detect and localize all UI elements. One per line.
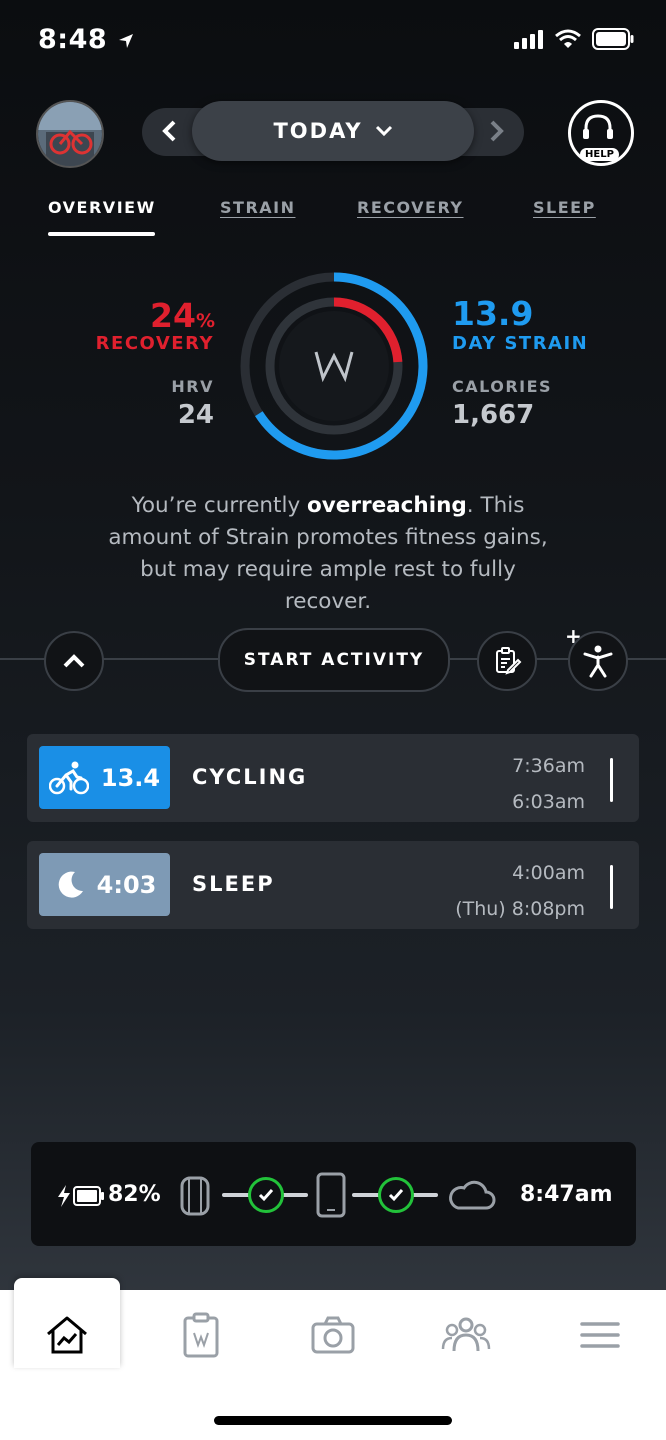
check-icon: [258, 1189, 274, 1202]
tab-overview[interactable]: OVERVIEW: [48, 198, 156, 217]
strain-label: DAY STRAIN: [452, 333, 589, 354]
wifi-icon: [555, 29, 581, 48]
start-activity-button[interactable]: START ACTIVITY: [218, 628, 450, 692]
phone-icon: [316, 1172, 346, 1218]
nav-community-icon[interactable]: [441, 1310, 491, 1360]
recovery-label: RECOVERY: [95, 333, 214, 354]
tab-recovery[interactable]: RECOVERY: [357, 198, 464, 217]
recovery-strain-ring[interactable]: [240, 272, 428, 460]
home-chart-icon[interactable]: [42, 1310, 92, 1360]
nav-camera-icon[interactable]: [308, 1310, 358, 1360]
chevron-up-icon: [63, 654, 85, 668]
battery-charging-icon: [58, 1185, 104, 1207]
cloud-synced-check: [378, 1177, 414, 1213]
cloud-icon: [449, 1180, 496, 1210]
date-selector[interactable]: TODAY: [192, 101, 474, 161]
calories-label: CALORIES: [452, 377, 553, 396]
strap-icon: [180, 1176, 210, 1216]
insight-text: You’re currently overreaching. This amou…: [108, 493, 548, 614]
activity-start-time: 6:03am: [512, 791, 585, 813]
nav-menu-icon[interactable]: [575, 1310, 625, 1360]
status-icons: [514, 28, 634, 50]
avatar[interactable]: [36, 100, 104, 168]
activity-end-time: 4:00am: [512, 862, 585, 884]
person-icon: [583, 645, 613, 678]
active-tab-indicator: [48, 232, 155, 236]
activity-times: 4:00am (Thu) 8:08pm: [455, 855, 585, 927]
home-indicator: [214, 1416, 452, 1425]
start-activity-label: START ACTIVITY: [243, 650, 425, 670]
location-arrow-icon: [119, 33, 134, 48]
last-sync-time: 8:47am: [520, 1182, 613, 1207]
hrv-value: 24: [177, 400, 214, 430]
help-label: HELP: [580, 148, 619, 161]
activity-duration-bar: [610, 865, 613, 909]
calories-value: 1,667: [452, 400, 535, 430]
status-time: 8:48: [38, 24, 135, 55]
chevron-right-icon: [490, 120, 504, 142]
activity-times: 7:36am 6:03am: [512, 748, 585, 820]
hrv-label: HRV: [171, 377, 214, 396]
strain-value: 13.9: [452, 294, 534, 333]
activity-duration-bar: [610, 758, 613, 802]
signal-icon: [514, 30, 543, 49]
check-icon: [388, 1189, 404, 1202]
journal-button[interactable]: [477, 631, 537, 691]
activity-value: 4:03: [96, 870, 157, 899]
activity-card-sleep[interactable]: 4:03 SLEEP 4:00am (Thu) 8:08pm: [27, 841, 639, 929]
activity-start-time: (Thu) 8:08pm: [455, 898, 585, 920]
previous-day-button[interactable]: [154, 116, 184, 146]
chevron-down-icon: [375, 125, 392, 137]
tab-sleep[interactable]: SLEEP: [533, 198, 596, 217]
activity-title: SLEEP: [192, 872, 275, 896]
battery-icon: [592, 28, 634, 50]
add-activity-button[interactable]: [568, 631, 628, 691]
collapse-button[interactable]: [44, 631, 104, 691]
nav-journal-icon[interactable]: [176, 1310, 226, 1360]
journal-icon: [496, 647, 522, 675]
strap-synced-check: [248, 1177, 284, 1213]
next-day-button[interactable]: [482, 116, 512, 146]
activity-badge: 13.4: [39, 746, 170, 809]
chevron-left-icon: [162, 120, 176, 142]
recovery-value: 24%: [150, 296, 215, 335]
tab-strain[interactable]: STRAIN: [220, 198, 295, 217]
cycling-icon: [48, 761, 89, 794]
date-label: TODAY: [273, 119, 363, 143]
activity-end-time: 7:36am: [512, 755, 585, 777]
activity-badge: 4:03: [39, 853, 170, 916]
moon-icon: [58, 871, 83, 898]
activity-value: 13.4: [100, 763, 161, 792]
activity-title: CYCLING: [192, 765, 308, 789]
battery-percent: 82%: [108, 1182, 161, 1207]
activity-card-cycling[interactable]: 13.4 CYCLING 7:36am 6:03am: [27, 734, 639, 822]
